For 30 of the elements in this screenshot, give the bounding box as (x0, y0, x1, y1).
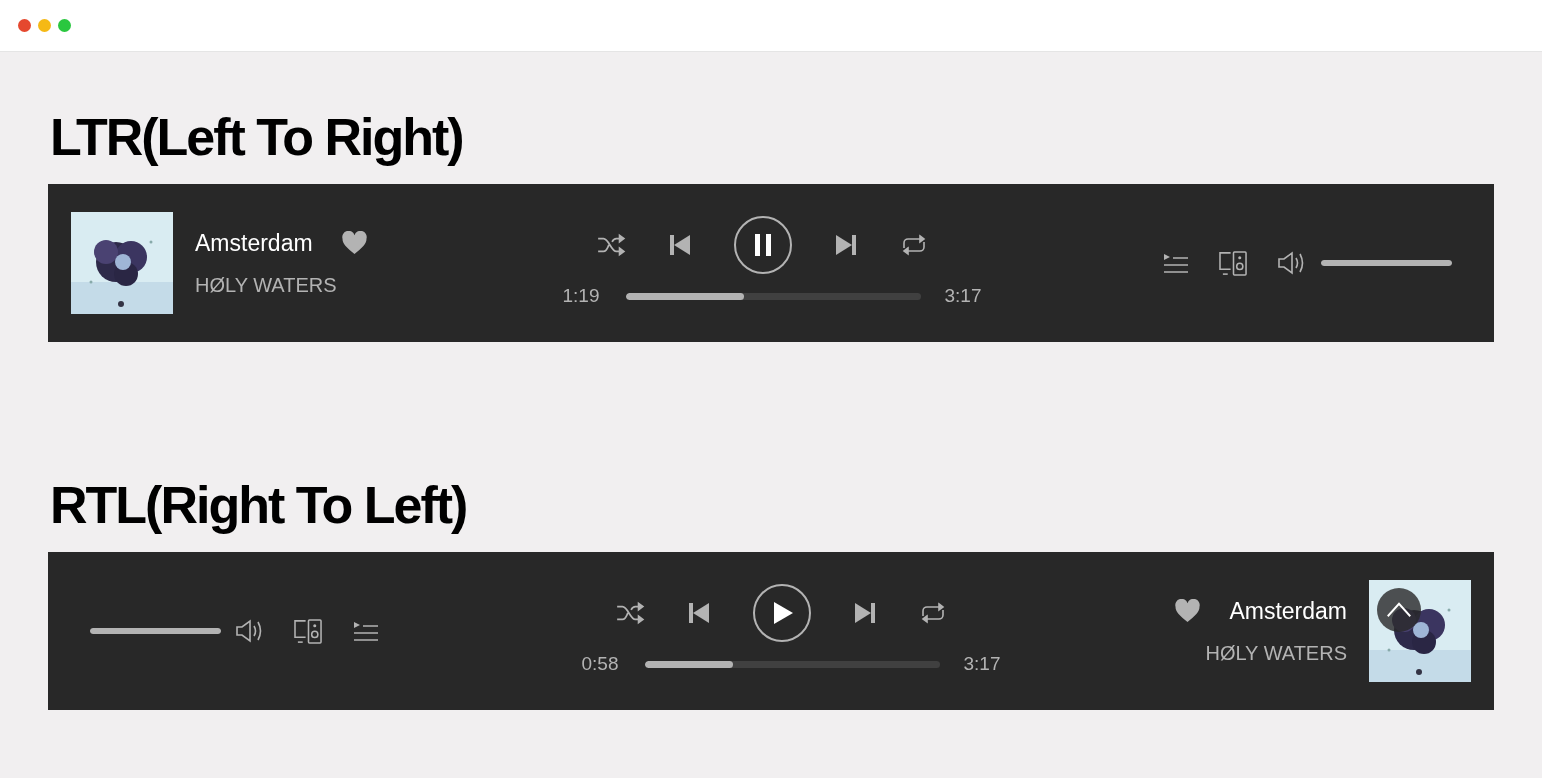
volume-slider[interactable] (90, 628, 221, 634)
section-heading: RTL(Right To Left) (50, 475, 468, 536)
total-time: 3:17 (963, 651, 1001, 676)
pause-icon (752, 233, 773, 256)
devices-icon[interactable] (1218, 249, 1249, 277)
next-icon[interactable] (835, 233, 856, 256)
track-title[interactable]: Amsterdam (1229, 593, 1347, 629)
progress-bar[interactable] (644, 660, 940, 668)
play-button[interactable] (752, 583, 811, 642)
artist-name[interactable]: HØLY WATERS (195, 270, 368, 301)
artist-name[interactable]: HØLY WATERS (1174, 638, 1347, 669)
previous-icon[interactable] (669, 233, 690, 256)
devices-icon[interactable] (293, 617, 324, 645)
next-icon[interactable] (854, 601, 875, 624)
elapsed-time: 0:58 (580, 651, 620, 676)
shuffle-icon[interactable] (614, 600, 645, 625)
shuffle-icon[interactable] (595, 232, 626, 257)
track-title[interactable]: Amsterdam (195, 225, 313, 261)
pause-button[interactable] (733, 215, 792, 274)
play-icon (773, 601, 793, 624)
heart-icon[interactable] (1174, 599, 1202, 623)
previous-icon[interactable] (688, 601, 709, 624)
heart-icon[interactable] (340, 231, 368, 255)
volume-slider[interactable] (1321, 260, 1452, 266)
progress-bar[interactable] (625, 292, 921, 300)
elapsed-time: 1:19 (561, 283, 601, 308)
queue-icon[interactable] (1162, 251, 1190, 275)
total-time: 3:17 (944, 283, 982, 308)
section-heading: LTR(Left To Right) (50, 107, 464, 168)
queue-icon[interactable] (352, 619, 380, 643)
